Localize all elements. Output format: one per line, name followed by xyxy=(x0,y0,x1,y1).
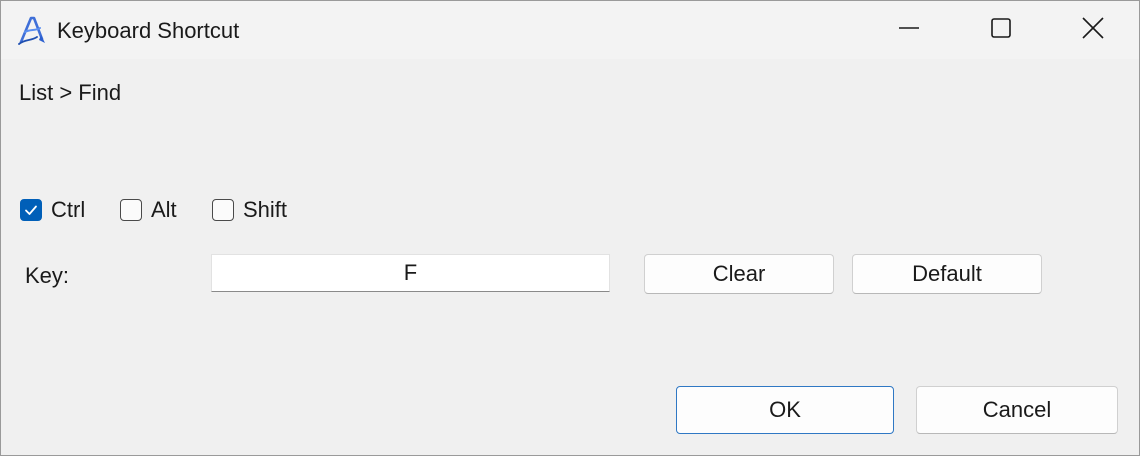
app-pen-logo-icon xyxy=(17,15,47,45)
ok-button[interactable]: OK xyxy=(676,386,894,434)
maximize-button[interactable] xyxy=(955,1,1047,59)
checkmark-icon xyxy=(25,205,37,215)
ctrl-checkbox-box[interactable] xyxy=(20,199,42,221)
minimize-icon xyxy=(898,17,920,44)
default-button[interactable]: Default xyxy=(852,254,1042,294)
close-icon xyxy=(1082,16,1104,44)
clear-button[interactable]: Clear xyxy=(644,254,834,294)
cancel-button[interactable]: Cancel xyxy=(916,386,1118,434)
shift-checkbox-label: Shift xyxy=(243,197,288,222)
breadcrumb: List > Find xyxy=(19,80,122,105)
alt-checkbox-label: Alt xyxy=(151,197,177,222)
ctrl-checkbox[interactable]: Ctrl xyxy=(20,197,85,223)
key-input[interactable] xyxy=(211,254,610,292)
shift-checkbox[interactable]: Shift xyxy=(212,197,287,223)
ctrl-checkbox-label: Ctrl xyxy=(51,197,86,222)
close-button[interactable] xyxy=(1047,1,1139,59)
keyboard-shortcut-dialog: Keyboard Shortcut List > Find Ctrl Alt S… xyxy=(0,0,1140,456)
key-label: Key: xyxy=(25,263,70,288)
minimize-button[interactable] xyxy=(863,1,955,59)
alt-checkbox[interactable]: Alt xyxy=(120,197,177,223)
shift-checkbox-box[interactable] xyxy=(212,199,234,221)
alt-checkbox-box[interactable] xyxy=(120,199,142,221)
maximize-icon xyxy=(990,17,1012,44)
window-title: Keyboard Shortcut xyxy=(57,18,240,43)
title-bar[interactable]: Keyboard Shortcut xyxy=(1,1,1139,59)
